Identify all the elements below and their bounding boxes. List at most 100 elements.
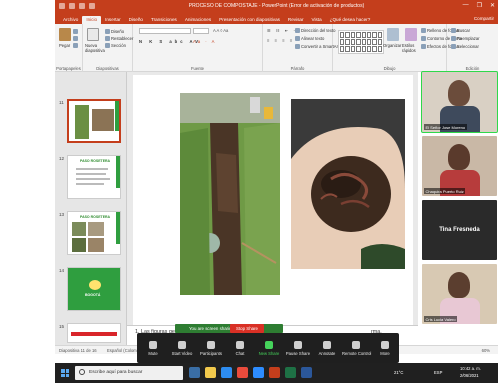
windows-start-icon[interactable] — [61, 369, 69, 377]
format-painter-icon[interactable] — [73, 43, 78, 49]
slide-thumbnail-13[interactable]: PASO ROSETERA — [67, 211, 121, 255]
slide-thumbnail-12[interactable]: PASO ROSETERA — [67, 155, 121, 199]
text-direction-button[interactable]: Dirección del texto — [295, 28, 335, 34]
section-button[interactable]: Sección — [105, 43, 126, 49]
slide-thumbnails-pane: 11 12 PASO ROSETERA 13 PASO ROSETERA 14 — [55, 72, 127, 345]
select-button[interactable]: Seleccionar — [451, 44, 479, 50]
tab-transiciones[interactable]: Transiciones — [147, 16, 181, 24]
replace-button[interactable]: Reemplazar — [451, 36, 480, 42]
arrange-button[interactable]: Organizar — [383, 43, 401, 48]
select-icon — [451, 44, 456, 50]
participant-face — [448, 272, 470, 298]
tab-insertar[interactable]: Insertar — [101, 16, 125, 24]
remote-control-button[interactable]: Remote Control — [342, 341, 371, 356]
font-size-icons[interactable]: A A ◊ Aa — [213, 28, 228, 33]
tab-revisar[interactable]: Revisar — [284, 16, 308, 24]
tell-me-search[interactable]: ¿Qué desea hacer? — [326, 16, 375, 24]
new-slide-button[interactable]: Nueva diapositiva — [85, 43, 105, 53]
align-buttons[interactable]: ≡ ≡ ≡ ≡ — [267, 38, 294, 43]
chat-icon — [236, 341, 244, 349]
system-tray: 21°C ESP 10:42 a. m. 2/06/2021 — [394, 365, 494, 381]
slide-number: 11 — [59, 100, 64, 105]
restore-button[interactable]: ❐ — [477, 2, 482, 9]
align-text-icon — [295, 36, 300, 42]
zoom-level[interactable]: 60% — [482, 348, 490, 353]
group-label: Portapapeles — [56, 66, 81, 71]
participants-button[interactable]: Participants — [197, 341, 225, 356]
close-button[interactable]: ✕ — [490, 2, 495, 9]
font-color-buttons[interactable]: Aa · A — [193, 39, 216, 44]
compost-trench-photo[interactable] — [180, 93, 280, 295]
temperature[interactable]: 21°C — [394, 370, 403, 375]
more-button[interactable]: More — [371, 341, 399, 356]
cut-icon[interactable] — [73, 29, 78, 35]
tab-vista[interactable]: Vista — [308, 16, 326, 24]
thumb-photo — [72, 222, 86, 236]
font-style-buttons[interactable]: N K S abc AV — [139, 39, 201, 44]
participant-tile[interactable]: Chaquira Puerto Ruiz — [422, 136, 497, 196]
reset-button[interactable]: Restablecer — [105, 36, 133, 42]
clock-time[interactable]: 10:42 a. m. — [460, 366, 481, 371]
input-language[interactable]: ESP — [434, 370, 442, 375]
font-size-select[interactable] — [193, 28, 209, 34]
window-title: PROCESO DE COMPOSTAJE - PowerPoint (Erro… — [188, 3, 365, 9]
layout-button[interactable]: Diseño — [105, 29, 124, 35]
group-portapapeles: Pegar Portapapeles — [55, 24, 83, 72]
zoom-app-icon[interactable] — [253, 367, 264, 378]
excel-icon[interactable] — [285, 367, 296, 378]
new-share-button[interactable]: New Share — [255, 341, 283, 356]
font-name-select[interactable] — [139, 28, 191, 34]
start-video-button[interactable]: Start Video — [168, 341, 196, 356]
minimize-button[interactable]: — — [463, 2, 469, 9]
tab-archivo[interactable]: Archivo — [59, 16, 82, 24]
slide-accent-bar — [116, 212, 120, 244]
taskbar-search[interactable]: Escribe aquí para buscar — [75, 366, 183, 380]
paste-icon[interactable] — [59, 28, 71, 41]
arrange-icon[interactable] — [387, 28, 399, 41]
word-icon[interactable] — [301, 367, 312, 378]
tab-animaciones[interactable]: Animaciones — [181, 16, 215, 24]
copy-icon[interactable] — [73, 36, 78, 42]
participant-tile[interactable]: Cris Lucia Valero — [422, 264, 497, 324]
tab-inicio[interactable]: Inicio — [82, 16, 102, 24]
mute-button[interactable]: Mute — [139, 341, 167, 356]
task-view-icon[interactable] — [189, 367, 200, 378]
window-controls: — ❐ ✕ — [463, 2, 495, 9]
file-explorer-icon[interactable] — [205, 367, 216, 378]
clock-date[interactable]: 2/06/2021 — [460, 373, 479, 378]
pause-icon — [294, 341, 302, 349]
group-fuente: A A ◊ Aa N K S abc AV Aa · A Fuente — [133, 24, 263, 72]
tab-diseno[interactable]: Diseño — [125, 16, 147, 24]
quick-styles-button[interactable]: Estilos rápidos — [402, 43, 420, 53]
pause-share-button[interactable]: Pause Share — [284, 341, 312, 356]
paste-button[interactable]: Pegar — [59, 43, 70, 48]
share-button[interactable]: Compartir — [474, 16, 494, 21]
participant-tile[interactable]: El Señor Jose Moreno — [421, 71, 498, 133]
stop-share-button[interactable]: Stop Share — [230, 324, 264, 333]
slide-thumbnail-11[interactable] — [67, 99, 121, 143]
new-slide-icon[interactable] — [87, 28, 99, 41]
chrome-icon[interactable] — [237, 367, 248, 378]
participant-name: Chaquira Puerto Ruiz — [424, 188, 466, 194]
slide-thumbnail-15[interactable] — [67, 323, 121, 343]
chat-button[interactable]: Chat — [226, 341, 254, 356]
edge-icon[interactable] — [221, 367, 232, 378]
slide-thumbnail-14[interactable]: BOGOTÁ — [67, 267, 121, 311]
annotate-button[interactable]: Annotate — [313, 341, 341, 356]
tab-presentacion[interactable]: Presentación con diapositivas — [215, 16, 284, 24]
pencil-icon — [323, 341, 331, 349]
screen-share-text: You are screen sharing — [189, 326, 234, 331]
zoom-controls: Mute Start Video Participants Chat New S… — [137, 333, 399, 363]
participant-face — [448, 144, 470, 170]
quick-styles-icon[interactable] — [405, 28, 417, 41]
current-slide[interactable] — [133, 75, 413, 325]
thumb-red-bar — [71, 332, 117, 336]
participant-tile[interactable]: Tina Fresneda — [422, 200, 497, 260]
earthworms-photo[interactable] — [291, 99, 405, 269]
search-placeholder: Escribe aquí para buscar — [89, 370, 143, 375]
align-text-button[interactable]: Alinear texto — [295, 36, 324, 42]
section-icon — [105, 43, 110, 49]
find-button[interactable]: Buscar — [451, 28, 470, 34]
powerpoint-icon[interactable] — [269, 367, 280, 378]
thumb-photo — [75, 105, 89, 139]
